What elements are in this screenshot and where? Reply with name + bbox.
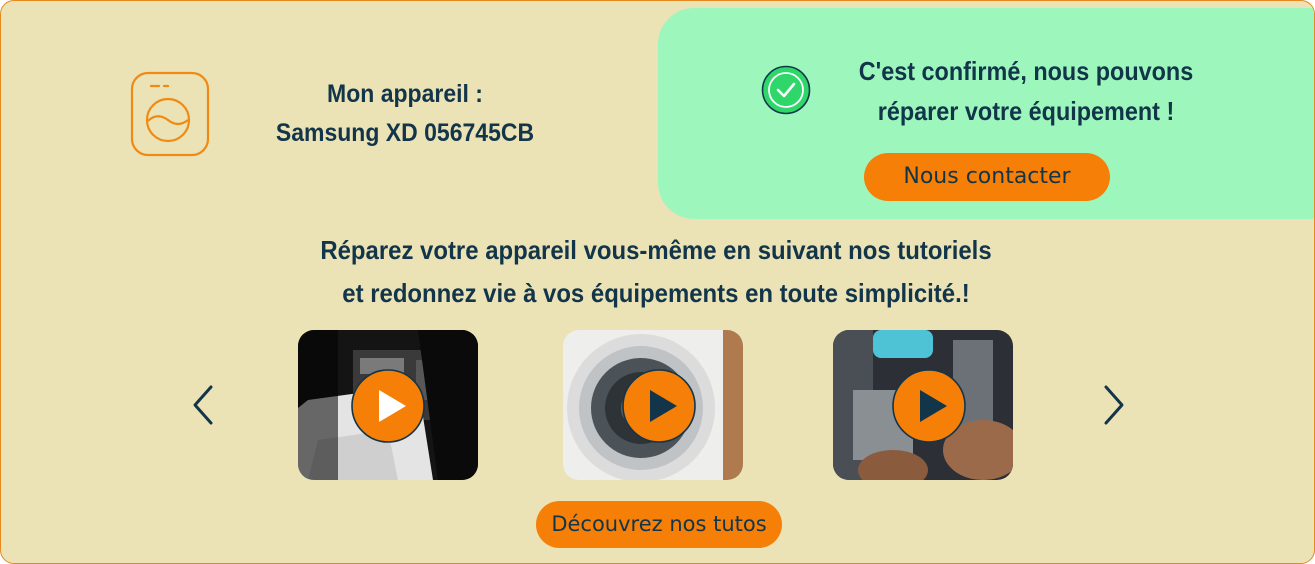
tutorials-headline: Réparez votre appareil vous-même en suiv… — [283, 229, 1028, 315]
play-icon — [892, 369, 966, 443]
tutorial-video-2[interactable] — [563, 330, 743, 480]
chevron-right-icon[interactable] — [1098, 381, 1128, 429]
play-icon — [351, 369, 425, 443]
repair-card: Mon appareil : Samsung XD 056745CB C'est… — [0, 0, 1315, 564]
headline-line-2: et redonnez vie à vos équipements en tou… — [342, 278, 970, 308]
confirmation-line-1: C'est confirmé, nous pouvons — [858, 56, 1194, 86]
device-info: Mon appareil : Samsung XD 056745CB — [267, 75, 543, 153]
contact-button[interactable]: Nous contacter — [864, 153, 1110, 201]
headline-line-1: Réparez votre appareil vous-même en suiv… — [320, 235, 992, 265]
tutorial-video-1[interactable] — [298, 330, 478, 480]
confirmation-message: C'est confirmé, nous pouvons réparer vot… — [842, 51, 1211, 131]
confirmation-line-2: réparer votre équipement ! — [877, 96, 1175, 126]
tutorial-video-3[interactable] — [833, 330, 1013, 480]
check-circle-icon — [761, 65, 811, 115]
device-label: Mon appareil : — [327, 80, 483, 108]
play-icon — [622, 369, 696, 443]
chevron-left-icon[interactable] — [189, 381, 219, 429]
washing-machine-icon — [130, 71, 210, 157]
discover-tutorials-button[interactable]: Découvrez nos tutos — [536, 501, 782, 548]
device-model: Samsung XD 056745CB — [275, 119, 535, 147]
